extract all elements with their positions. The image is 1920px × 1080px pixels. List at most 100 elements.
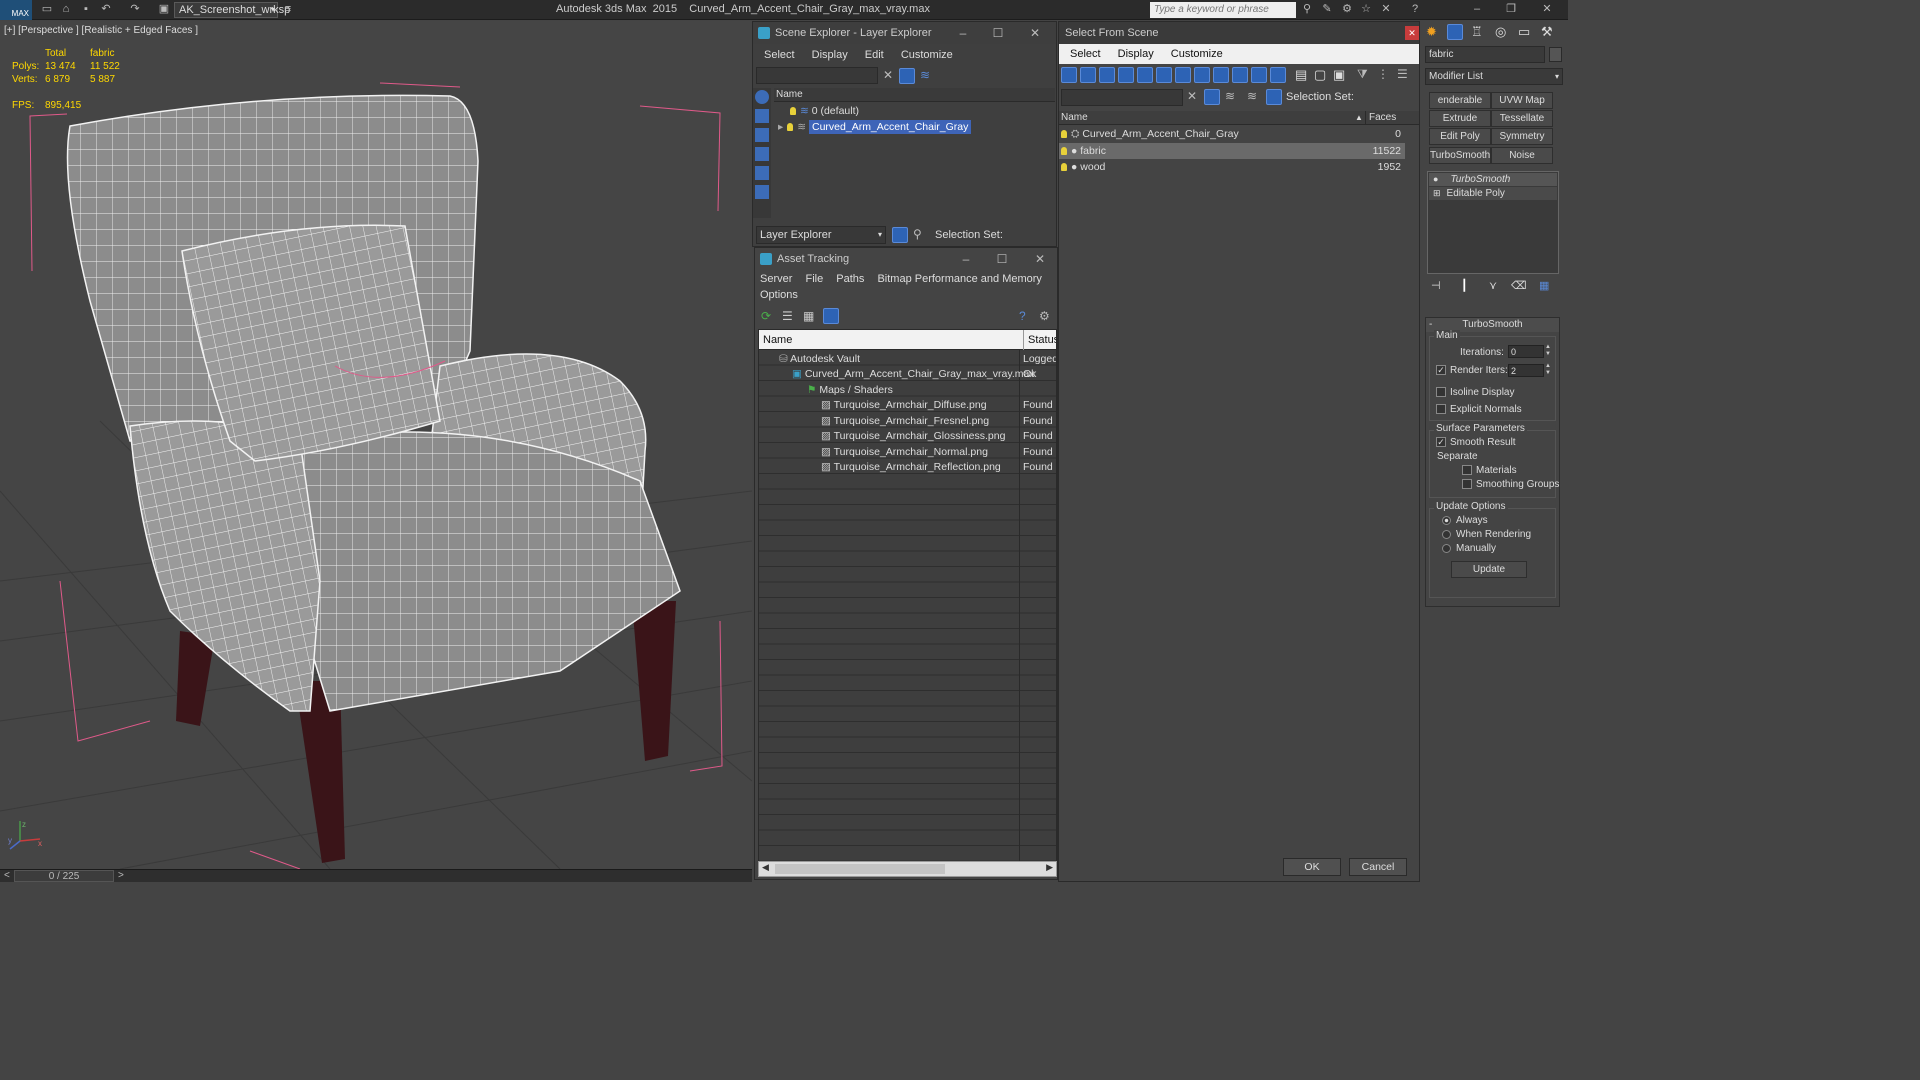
iterations-spinner[interactable]: 0 (1508, 345, 1544, 358)
display-xrefs-icon[interactable] (1213, 67, 1229, 83)
binoculars-icon[interactable]: ⚲ (1300, 3, 1314, 16)
display-frozen-icon[interactable] (1270, 67, 1286, 83)
extrude-button[interactable]: Extrude (1429, 110, 1491, 127)
smooth-result-checkbox[interactable]: ✓ (1436, 437, 1446, 448)
layers-icon[interactable]: ≋ (920, 68, 930, 82)
when-rendering-radio[interactable] (1442, 529, 1451, 539)
expand-plus-icon[interactable]: ⊞ (1433, 188, 1441, 198)
settings-icon[interactable]: ⚙ (1039, 309, 1050, 323)
new-file-icon[interactable]: ▭ (40, 3, 54, 16)
subscription-icon[interactable]: ⚙ (1340, 3, 1354, 16)
scroll-left-icon[interactable]: ◀ (762, 862, 769, 873)
edit-poly-button[interactable]: Edit Poly (1429, 128, 1491, 145)
tessellate-button[interactable]: Tessellate (1491, 110, 1553, 127)
close-icon[interactable]: ✕ (1540, 3, 1554, 16)
layer-explorer-icon[interactable] (892, 227, 908, 243)
layer-row-chair[interactable]: ▸ ≋ Curved_Arm_Accent_Chair_Gray (774, 119, 1055, 135)
light-bulb-icon[interactable] (1061, 130, 1067, 139)
display-groups-icon[interactable] (1194, 67, 1210, 83)
asset-row-glossiness[interactable]: ▨ Turquoise_Armchair_Glossiness.png (821, 428, 1018, 444)
close-icon[interactable]: ✕ (1022, 22, 1048, 44)
menu-paths[interactable]: Paths (836, 273, 864, 285)
col-status-header[interactable]: Status (1023, 330, 1056, 350)
col-name-header[interactable]: Name (763, 330, 792, 350)
col-name-header[interactable]: Name (1061, 111, 1088, 124)
menu-bitmap-performance[interactable]: Bitmap Performance and Memory (877, 273, 1041, 285)
manually-radio[interactable] (1442, 543, 1451, 553)
select-from-scene-titlebar[interactable]: Select From Scene ✕ (1059, 22, 1419, 44)
explicit-normals-checkbox[interactable] (1436, 404, 1446, 415)
light-bulb-icon[interactable] (790, 107, 796, 116)
materials-checkbox[interactable] (1462, 465, 1472, 476)
object-name-field[interactable]: fabric (1425, 46, 1545, 63)
remove-modifier-icon[interactable]: ⌫ (1511, 279, 1527, 292)
render-iters-checkbox[interactable]: ✓ (1436, 365, 1446, 376)
scrollbar-thumb[interactable] (775, 864, 945, 874)
search-input[interactable]: Type a keyword or phrase (1150, 2, 1296, 18)
save-icon[interactable]: ▪ (79, 3, 93, 16)
maximize-icon[interactable]: ☐ (989, 248, 1015, 270)
menu-file[interactable]: File (805, 273, 823, 285)
workspace-dropdown[interactable]: AK_Screenshot_wrksp ▾ (174, 2, 290, 18)
x-icon[interactable]: ✕ (1379, 3, 1393, 16)
spinner-arrows-icon[interactable]: ▲ ▼ (1545, 344, 1551, 358)
turbosmooth-button[interactable]: TurboSmooth (1429, 147, 1491, 164)
display-geometry-icon[interactable] (1080, 67, 1096, 83)
app-logo[interactable]: MAX (0, 0, 32, 20)
ok-button[interactable]: OK (1283, 858, 1341, 876)
undo-icon[interactable]: ↶ (99, 3, 113, 16)
clear-search-icon[interactable]: ✕ (883, 68, 893, 82)
display-bones-icon[interactable] (1232, 67, 1248, 83)
pin-stack-icon[interactable]: ⊣ (1431, 279, 1441, 292)
manually-row[interactable]: Manually (1442, 543, 1496, 554)
asset-tracking-titlebar[interactable]: Asset Tracking – ☐ ✕ (755, 248, 1057, 270)
list-icon[interactable]: ☰ (782, 309, 793, 323)
smooth-result-row[interactable]: ✓ Smooth Result (1436, 437, 1516, 448)
smoothing-groups-checkbox[interactable] (1462, 479, 1472, 490)
light-bulb-icon[interactable]: ● (1433, 174, 1438, 184)
filter-icon[interactable] (1204, 89, 1220, 105)
modifier-list-dropdown[interactable]: Modifier List ▾ (1425, 68, 1563, 85)
noise-button[interactable]: Noise (1491, 147, 1553, 164)
update-button[interactable]: Update (1451, 561, 1527, 578)
col-faces-header[interactable]: Faces (1365, 111, 1396, 124)
render-iters-row[interactable]: ✓ Render Iters: (1436, 365, 1508, 376)
when-rendering-row[interactable]: When Rendering (1442, 529, 1531, 540)
time-slider[interactable]: < 0 / 225 > (0, 869, 752, 882)
select-none-icon[interactable]: ▢ (1314, 67, 1326, 83)
layer-explorer-icon[interactable]: ≋ (1247, 89, 1257, 103)
tools-icon[interactable]: ✎ (1320, 3, 1334, 16)
star-icon[interactable]: ☆ (1359, 3, 1373, 16)
minimize-icon[interactable]: – (950, 22, 976, 44)
menu-customize[interactable]: Customize (901, 49, 953, 61)
hierarchy-icon[interactable]: ⋮ (1377, 67, 1389, 81)
maximize-icon[interactable]: ☐ (985, 22, 1011, 44)
menu-options[interactable]: Options (760, 289, 798, 301)
display-shapes-icon[interactable] (1099, 67, 1115, 83)
minimize-icon[interactable]: – (1470, 3, 1484, 16)
display-helpers-icon[interactable] (1156, 67, 1172, 83)
table-view-icon[interactable] (823, 308, 839, 324)
menu-customize[interactable]: Customize (1171, 48, 1223, 60)
menu-icon[interactable]: ≡ (281, 3, 295, 16)
open-file-icon[interactable]: ⌂ (59, 3, 73, 16)
select-search-input[interactable] (1061, 89, 1183, 106)
perspective-viewport[interactable]: z x y [+] [Perspective ] [Realistic + Ed… (0, 21, 752, 869)
minimize-icon[interactable]: – (953, 248, 979, 270)
display-geometry-icon[interactable] (755, 109, 769, 123)
horizontal-scrollbar[interactable]: ◀ ▶ (758, 861, 1057, 877)
explicit-normals-row[interactable]: Explicit Normals (1436, 404, 1522, 415)
stack-item-turbosmooth[interactable]: ● TurboSmooth (1429, 173, 1557, 186)
help-icon[interactable]: ? (1019, 309, 1026, 323)
motion-tab-icon[interactable]: ◎ (1495, 24, 1506, 40)
close-icon[interactable]: ✕ (1405, 26, 1419, 40)
menu-display[interactable]: Display (812, 49, 848, 61)
layer-row-default[interactable]: ≋ 0 (default) (774, 103, 1055, 119)
uvw-map-button[interactable]: UVW Map (1491, 92, 1553, 109)
asset-row-maxfile[interactable]: ▣ Curved_Arm_Accent_Chair_Gray_max_vray.… (792, 366, 1035, 382)
menu-select[interactable]: Select (764, 49, 795, 61)
help-icon[interactable]: ? (1408, 3, 1422, 16)
smoothing-groups-row[interactable]: Smoothing Groups (1462, 479, 1559, 490)
asset-row-diffuse[interactable]: ▨ Turquoise_Armchair_Diffuse.png (821, 397, 1018, 413)
display-cameras-icon[interactable] (755, 166, 769, 180)
